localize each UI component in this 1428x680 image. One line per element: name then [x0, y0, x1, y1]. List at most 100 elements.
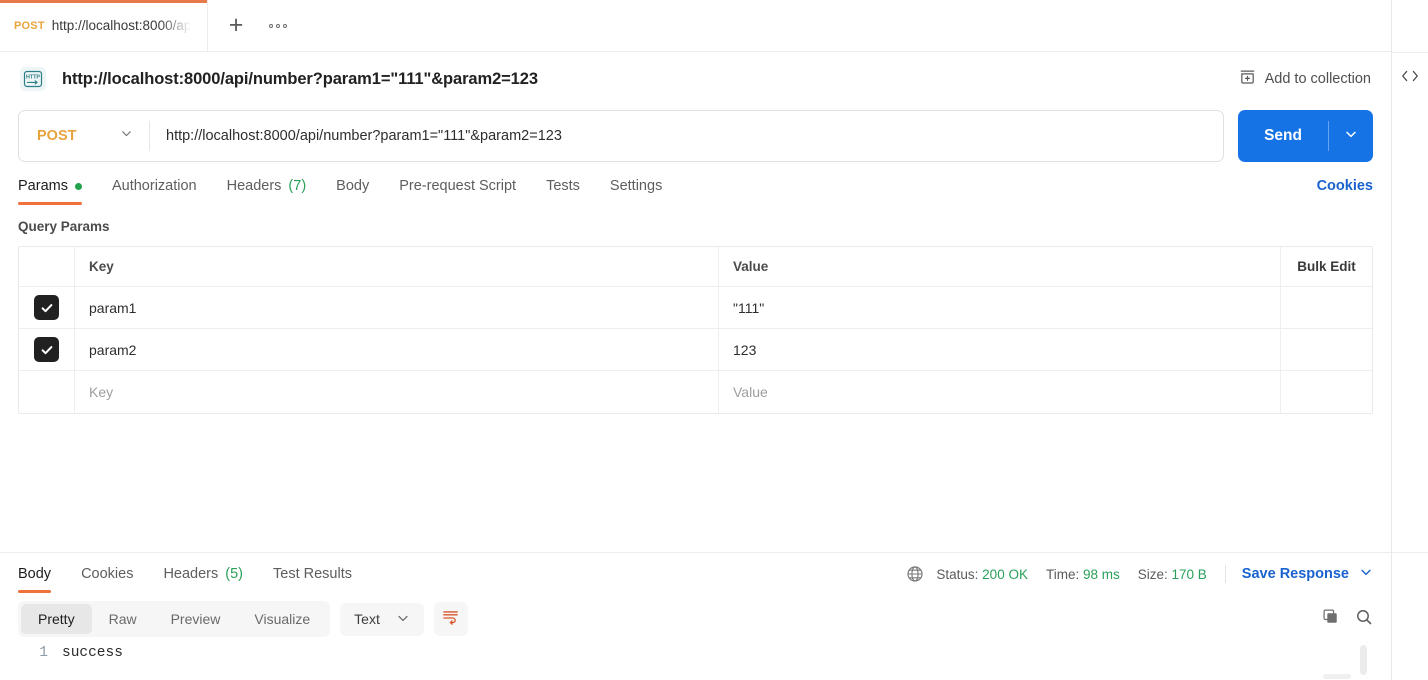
response-view-switcher: Pretty Raw Preview Visualize: [18, 601, 331, 637]
chevron-down-icon: [1344, 127, 1358, 146]
response-tabs: Body Cookies Headers (5) Test Results St…: [0, 553, 1391, 593]
request-section-tabs: Params Authorization Headers (7) Body Pr…: [0, 178, 1391, 205]
param-enabled-checkbox[interactable]: [34, 295, 59, 320]
tab-pre-request-script[interactable]: Pre-request Script: [399, 178, 516, 205]
tab-headers[interactable]: Headers (7): [227, 178, 307, 205]
table-row-empty: Key Value: [19, 371, 1372, 413]
request-title: http://localhost:8000/api/number?param1=…: [62, 69, 538, 88]
response-code-line: 1 success: [0, 645, 1391, 661]
row-checkbox-cell: [19, 371, 75, 413]
response-format-selector[interactable]: Text: [340, 602, 424, 636]
row-actions-cell: [1281, 371, 1372, 413]
add-to-collection-button[interactable]: Add to collection: [1239, 69, 1371, 90]
response-tab-cookies-label: Cookies: [81, 566, 134, 582]
chevron-down-icon: [1359, 565, 1373, 583]
request-tab-strip: POST http://localhost:8000/ap +: [0, 0, 1391, 52]
tab-more-options-button[interactable]: [264, 12, 292, 40]
new-param-key-input[interactable]: Key: [75, 371, 719, 413]
svg-text:HTTP: HTTP: [26, 75, 40, 81]
code-icon: [1400, 68, 1420, 88]
add-to-collection-label: Add to collection: [1264, 71, 1371, 87]
row-checkbox-cell: [19, 329, 75, 370]
view-raw-button[interactable]: Raw: [92, 604, 154, 634]
tab-tests[interactable]: Tests: [546, 178, 580, 205]
send-button[interactable]: Send: [1238, 110, 1328, 162]
chevron-down-icon: [396, 611, 410, 628]
request-tab-title: http://localhost:8000/ap: [51, 18, 192, 33]
url-input[interactable]: http://localhost:8000/api/number?param1=…: [150, 111, 1223, 161]
param-enabled-checkbox[interactable]: [34, 337, 59, 362]
request-tab-active[interactable]: POST http://localhost:8000/ap: [0, 0, 208, 51]
search-button[interactable]: [1355, 608, 1373, 631]
params-modified-dot: [74, 182, 82, 190]
response-toolbar-actions: [1322, 608, 1373, 631]
tab-params-label: Params: [18, 178, 68, 194]
method-selector[interactable]: POST: [19, 111, 149, 161]
view-visualize-button[interactable]: Visualize: [237, 604, 327, 634]
bulk-edit-label: Bulk Edit: [1297, 259, 1356, 274]
save-response-label: Save Response: [1241, 566, 1349, 582]
time-badge: Time: 98 ms: [1046, 567, 1120, 582]
cookies-link[interactable]: Cookies: [1317, 178, 1373, 205]
tab-body[interactable]: Body: [336, 178, 369, 205]
globe-icon: [906, 565, 924, 583]
row-actions-cell: [1281, 287, 1372, 328]
word-wrap-button[interactable]: [433, 602, 468, 636]
time-label: Time:: [1045, 566, 1080, 582]
size-value: 170 B: [1171, 566, 1207, 582]
new-tab-button[interactable]: +: [222, 12, 250, 40]
response-tab-headers[interactable]: Headers (5): [163, 566, 243, 593]
param-value-input[interactable]: 123: [719, 329, 1281, 370]
param-value-input[interactable]: "111": [719, 287, 1281, 328]
line-number: 1: [39, 645, 48, 661]
response-tab-test-results[interactable]: Test Results: [273, 566, 352, 593]
tab-settings[interactable]: Settings: [610, 178, 662, 205]
rail-divider-top: [1392, 52, 1428, 53]
response-format-label: Text: [354, 611, 380, 627]
param-key-input[interactable]: param1: [75, 287, 719, 328]
response-vertical-scrollbar[interactable]: [1360, 645, 1367, 675]
tab-tests-label: Tests: [546, 178, 580, 194]
response-body[interactable]: 1 success: [0, 645, 1391, 680]
new-param-value-input[interactable]: Value: [719, 371, 1281, 413]
code-snippet-button[interactable]: [1392, 68, 1428, 88]
response-tab-headers-label: Headers: [163, 566, 219, 582]
query-params-table: Key Value Bulk Edit param1 "111" param2 …: [18, 246, 1373, 414]
search-icon: [1355, 609, 1373, 630]
request-header: HTTP http://localhost:8000/api/number?pa…: [0, 52, 1391, 106]
tab-authorization[interactable]: Authorization: [112, 178, 197, 205]
response-tab-body[interactable]: Body: [18, 566, 52, 593]
tab-settings-label: Settings: [609, 178, 663, 194]
response-pane: Body Cookies Headers (5) Test Results St…: [0, 552, 1391, 680]
bulk-edit-button[interactable]: Bulk Edit: [1281, 247, 1372, 286]
tab-headers-label: Headers: [226, 178, 282, 194]
size-badge: Size: 170 B: [1138, 567, 1207, 582]
response-meta: Status: 200 OK Time: 98 ms Size: 170 B S…: [906, 565, 1373, 593]
meta-divider: [1224, 565, 1226, 583]
url-row: POST http://localhost:8000/api/number?pa…: [0, 110, 1391, 162]
tab-params[interactable]: Params: [18, 178, 82, 205]
more-options-icon: [269, 23, 287, 28]
tab-authorization-label: Authorization: [111, 178, 197, 194]
response-tab-cookies[interactable]: Cookies: [81, 566, 133, 593]
copy-icon: [1322, 609, 1339, 629]
save-response-button[interactable]: Save Response: [1242, 565, 1373, 583]
check-icon: [41, 303, 52, 312]
param-key-input[interactable]: param2: [75, 329, 719, 370]
rail-divider-bottom: [1392, 552, 1428, 553]
response-tab-body-label: Body: [18, 566, 52, 582]
send-options-button[interactable]: [1329, 110, 1373, 162]
http-protocol-icon: HTTP: [20, 67, 46, 91]
copy-button[interactable]: [1322, 608, 1339, 630]
response-body-text: success: [62, 645, 123, 661]
send-button-group: Send: [1238, 110, 1373, 162]
response-horizontal-scrollbar[interactable]: [1323, 674, 1351, 679]
header-cell-value: Value: [719, 247, 1281, 286]
view-pretty-button[interactable]: Pretty: [21, 604, 92, 634]
plus-icon: +: [228, 11, 244, 39]
row-actions-cell: [1281, 329, 1372, 370]
row-checkbox-cell: [19, 287, 75, 328]
word-wrap-icon: [441, 607, 460, 631]
check-icon: [41, 345, 52, 354]
view-preview-button[interactable]: Preview: [154, 604, 238, 634]
